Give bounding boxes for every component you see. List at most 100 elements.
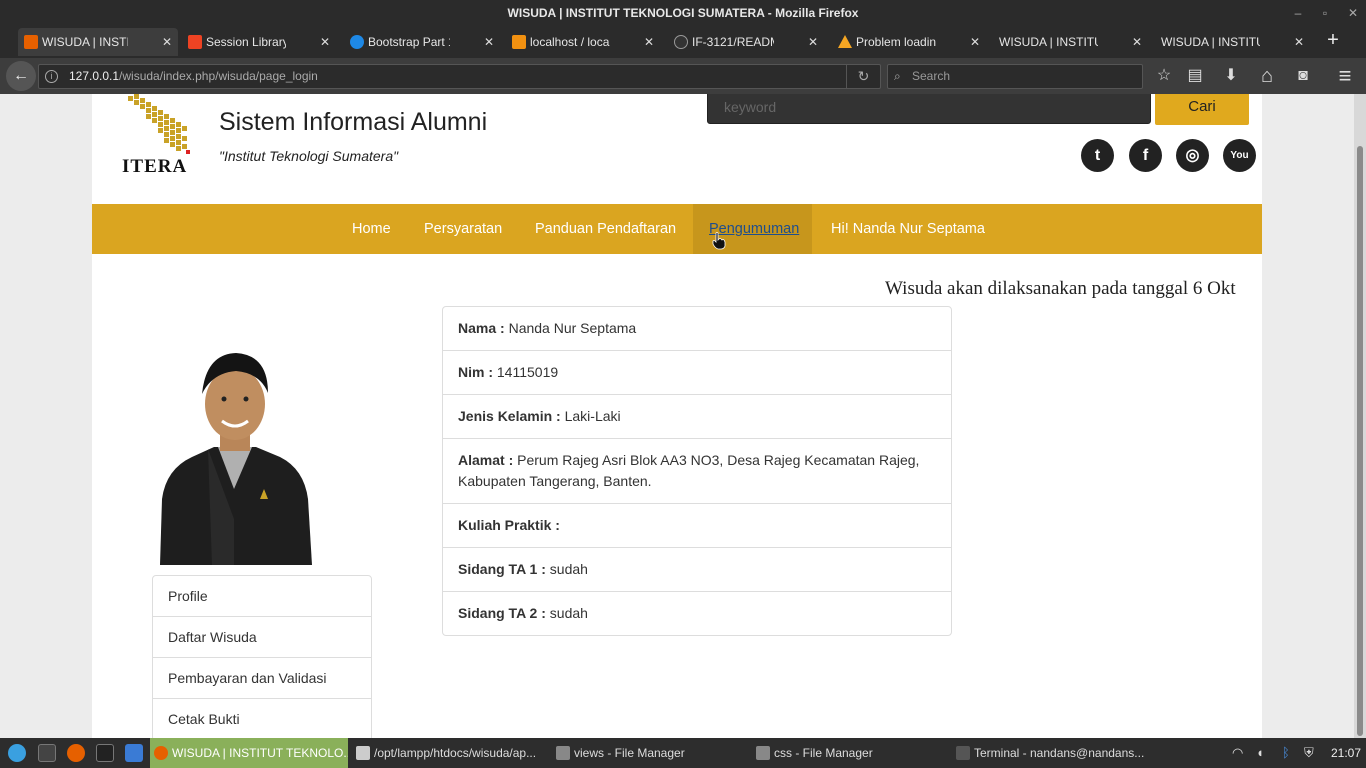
browser-search-input[interactable]: ⌕ Search <box>887 64 1143 89</box>
side-menu-cetak-bukti[interactable]: Cetak Bukti <box>153 699 371 738</box>
profile-info-list: Nama : Nanda Nur Septama Nim : 14115019 … <box>442 306 952 636</box>
file-manager-launcher-icon[interactable] <box>125 744 143 762</box>
pocket-icon[interactable]: ◙ <box>1291 64 1315 88</box>
site-subtitle: "Institut Teknologi Sumatera" <box>219 148 399 164</box>
info-row-sidang-ta-2: Sidang TA 2 : sudah <box>443 592 951 635</box>
scrollbar-thumb[interactable] <box>1357 146 1363 736</box>
home-icon[interactable]: ⌂ <box>1255 64 1279 88</box>
tab-strip: WISUDA | INSTITUT TEKNOLOGI SUMATERA ✕ S… <box>0 26 1366 58</box>
window-title-bar: WISUDA | INSTITUT TEKNOLOGI SUMATERA - M… <box>0 0 1366 26</box>
show-desktop-icon[interactable] <box>38 744 56 762</box>
tab-wisuda-2[interactable]: WISUDA | INSTITUT TEKNOLOGI ✕ <box>994 28 1148 56</box>
nav-panduan-pendaftaran[interactable]: Panduan Pendaftaran <box>535 204 676 254</box>
page-container: ITERA Sistem Informasi Alumni "Institut … <box>92 94 1262 738</box>
text-editor-icon <box>356 746 370 760</box>
security-shield-icon[interactable]: ⛨ <box>1304 738 1314 768</box>
tab-session-library[interactable]: Session Library — CodeIgniter ✕ <box>182 28 336 56</box>
browser-navbar: ← i 127.0.0.1/wisuda/index.php/wisuda/pa… <box>0 58 1366 94</box>
firefox-launcher-icon[interactable] <box>67 744 85 762</box>
tab-close-icon[interactable]: ✕ <box>320 28 330 56</box>
tab-wisuda-3[interactable]: WISUDA | INSTITUT TEKNOLOGI ✕ <box>1156 28 1310 56</box>
taskbar-app-firefox[interactable]: WISUDA | INSTITUT TEKNOLO... <box>150 738 348 768</box>
student-photo <box>152 349 318 565</box>
tab-phpmyadmin[interactable]: localhost / localhost / wisuda ✕ <box>506 28 660 56</box>
site-info-icon[interactable]: i <box>45 70 58 83</box>
info-row-kuliah-praktik: Kuliah Praktik : <box>443 504 951 548</box>
tab-close-icon[interactable]: ✕ <box>808 28 818 56</box>
reload-icon[interactable]: ↻ <box>846 64 880 89</box>
info-value: sudah <box>549 605 588 621</box>
tab-problem-loading[interactable]: Problem loading page ✕ <box>832 28 986 56</box>
tab-label: WISUDA | INSTITUT TEKNOLOGI <box>999 35 1098 49</box>
whisker-menu-icon[interactable] <box>8 744 26 762</box>
github-favicon-icon <box>674 35 688 49</box>
taskbar-app-label: /opt/lampp/htdocs/wisuda/ap... <box>374 746 537 760</box>
tab-label: Session Library — CodeIgniter <box>206 35 286 49</box>
info-key: Nama : <box>458 320 505 336</box>
bookmark-star-icon[interactable]: ☆ <box>1152 64 1176 88</box>
twitter-icon[interactable]: t <box>1081 139 1114 172</box>
search-button[interactable]: Cari <box>1155 94 1249 125</box>
tab-bootstrap[interactable]: Bootstrap Part 13 : Navbar ✕ <box>344 28 500 56</box>
info-value: Perum Rajeg Asri Blok AA3 NO3, Desa Raje… <box>458 452 920 489</box>
new-tab-button[interactable]: + <box>1322 28 1344 54</box>
info-value: sudah <box>549 561 588 577</box>
info-value: Laki-Laki <box>564 408 621 424</box>
page-scrollbar[interactable] <box>1354 94 1366 738</box>
instagram-icon[interactable]: ◎ <box>1176 139 1209 172</box>
maximize-button[interactable]: ▫ <box>1312 0 1338 26</box>
nav-home[interactable]: Home <box>352 204 391 254</box>
side-menu-pembayaran[interactable]: Pembayaran dan Validasi <box>153 658 371 699</box>
taskbar-app-views-file-manager[interactable]: views - File Manager <box>552 738 748 768</box>
window-title: WISUDA | INSTITUT TEKNOLOGI SUMATERA - M… <box>507 6 859 20</box>
close-window-button[interactable]: ✕ <box>1340 0 1366 26</box>
bluetooth-icon[interactable]: ᛒ <box>1282 738 1290 768</box>
tab-close-icon[interactable]: ✕ <box>1132 28 1142 56</box>
url-bar[interactable]: i 127.0.0.1/wisuda/index.php/wisuda/page… <box>38 64 881 89</box>
taskbar-app-label: css - File Manager <box>774 746 873 760</box>
download-icon[interactable]: ⬇ <box>1219 64 1243 88</box>
nav-user-greeting[interactable]: Hi! Nanda Nur Septama <box>831 204 985 254</box>
taskbar-app-css-file-manager[interactable]: css - File Manager <box>752 738 948 768</box>
nav-persyaratan[interactable]: Persyaratan <box>424 204 502 254</box>
tab-close-icon[interactable]: ✕ <box>970 28 980 56</box>
volume-icon[interactable]: ◖ <box>1256 738 1264 768</box>
taskbar-app-terminal[interactable]: Terminal - nandans@nandans... <box>952 738 1148 768</box>
taskbar-app-editor[interactable]: /opt/lampp/htdocs/wisuda/ap... <box>352 738 548 768</box>
library-icon[interactable]: ▤ <box>1183 64 1207 88</box>
taskbar-app-label: Terminal - nandans@nandans... <box>974 746 1145 760</box>
codeigniter-favicon-icon <box>188 35 202 49</box>
tab-close-icon[interactable]: ✕ <box>162 28 172 56</box>
info-row-nama: Nama : Nanda Nur Septama <box>443 307 951 351</box>
firefox-icon <box>154 746 168 760</box>
main-nav: Home Persyaratan Panduan Pendaftaran Pen… <box>92 204 1262 254</box>
tab-label: WISUDA | INSTITUT TEKNOLOGI <box>1161 35 1260 49</box>
terminal-launcher-icon[interactable] <box>96 744 114 762</box>
info-value: Nanda Nur Septama <box>508 320 637 336</box>
tab-github-readme[interactable]: IF-3121/README.md ✕ <box>668 28 824 56</box>
side-menu-daftar-wisuda[interactable]: Daftar Wisuda <box>153 617 371 658</box>
tab-close-icon[interactable]: ✕ <box>484 28 494 56</box>
back-button[interactable]: ← <box>6 61 36 91</box>
phpmyadmin-favicon-icon <box>512 35 526 49</box>
tab-close-icon[interactable]: ✕ <box>644 28 654 56</box>
youtube-icon[interactable]: You <box>1223 139 1256 172</box>
search-placeholder: Search <box>912 69 951 83</box>
minimize-button[interactable]: – <box>1285 0 1311 26</box>
info-key: Nim : <box>458 364 493 380</box>
wifi-icon[interactable]: ◠ <box>1232 738 1243 768</box>
info-value: 14115019 <box>496 364 559 380</box>
tab-label: localhost / localhost / wisuda <box>530 35 610 49</box>
hamburger-menu-icon[interactable]: ≡ <box>1333 64 1357 88</box>
announcement-marquee: Wisuda akan dilaksanakan pada tanggal 6 … <box>885 278 1236 299</box>
tab-wisuda-active[interactable]: WISUDA | INSTITUT TEKNOLOGI SUMATERA ✕ <box>18 28 178 56</box>
tab-label: WISUDA | INSTITUT TEKNOLOGI SUMATERA <box>42 35 128 49</box>
info-key: Sidang TA 1 : <box>458 561 546 577</box>
keyword-search-input[interactable]: keyword <box>707 94 1151 124</box>
info-row-jenis-kelamin: Jenis Kelamin : Laki-Laki <box>443 395 951 439</box>
side-menu-profile[interactable]: Profile <box>153 576 371 617</box>
nav-pengumuman[interactable]: Pengumuman <box>693 204 812 254</box>
facebook-icon[interactable]: f <box>1129 139 1162 172</box>
tab-close-icon[interactable]: ✕ <box>1294 28 1304 56</box>
terminal-icon <box>956 746 970 760</box>
